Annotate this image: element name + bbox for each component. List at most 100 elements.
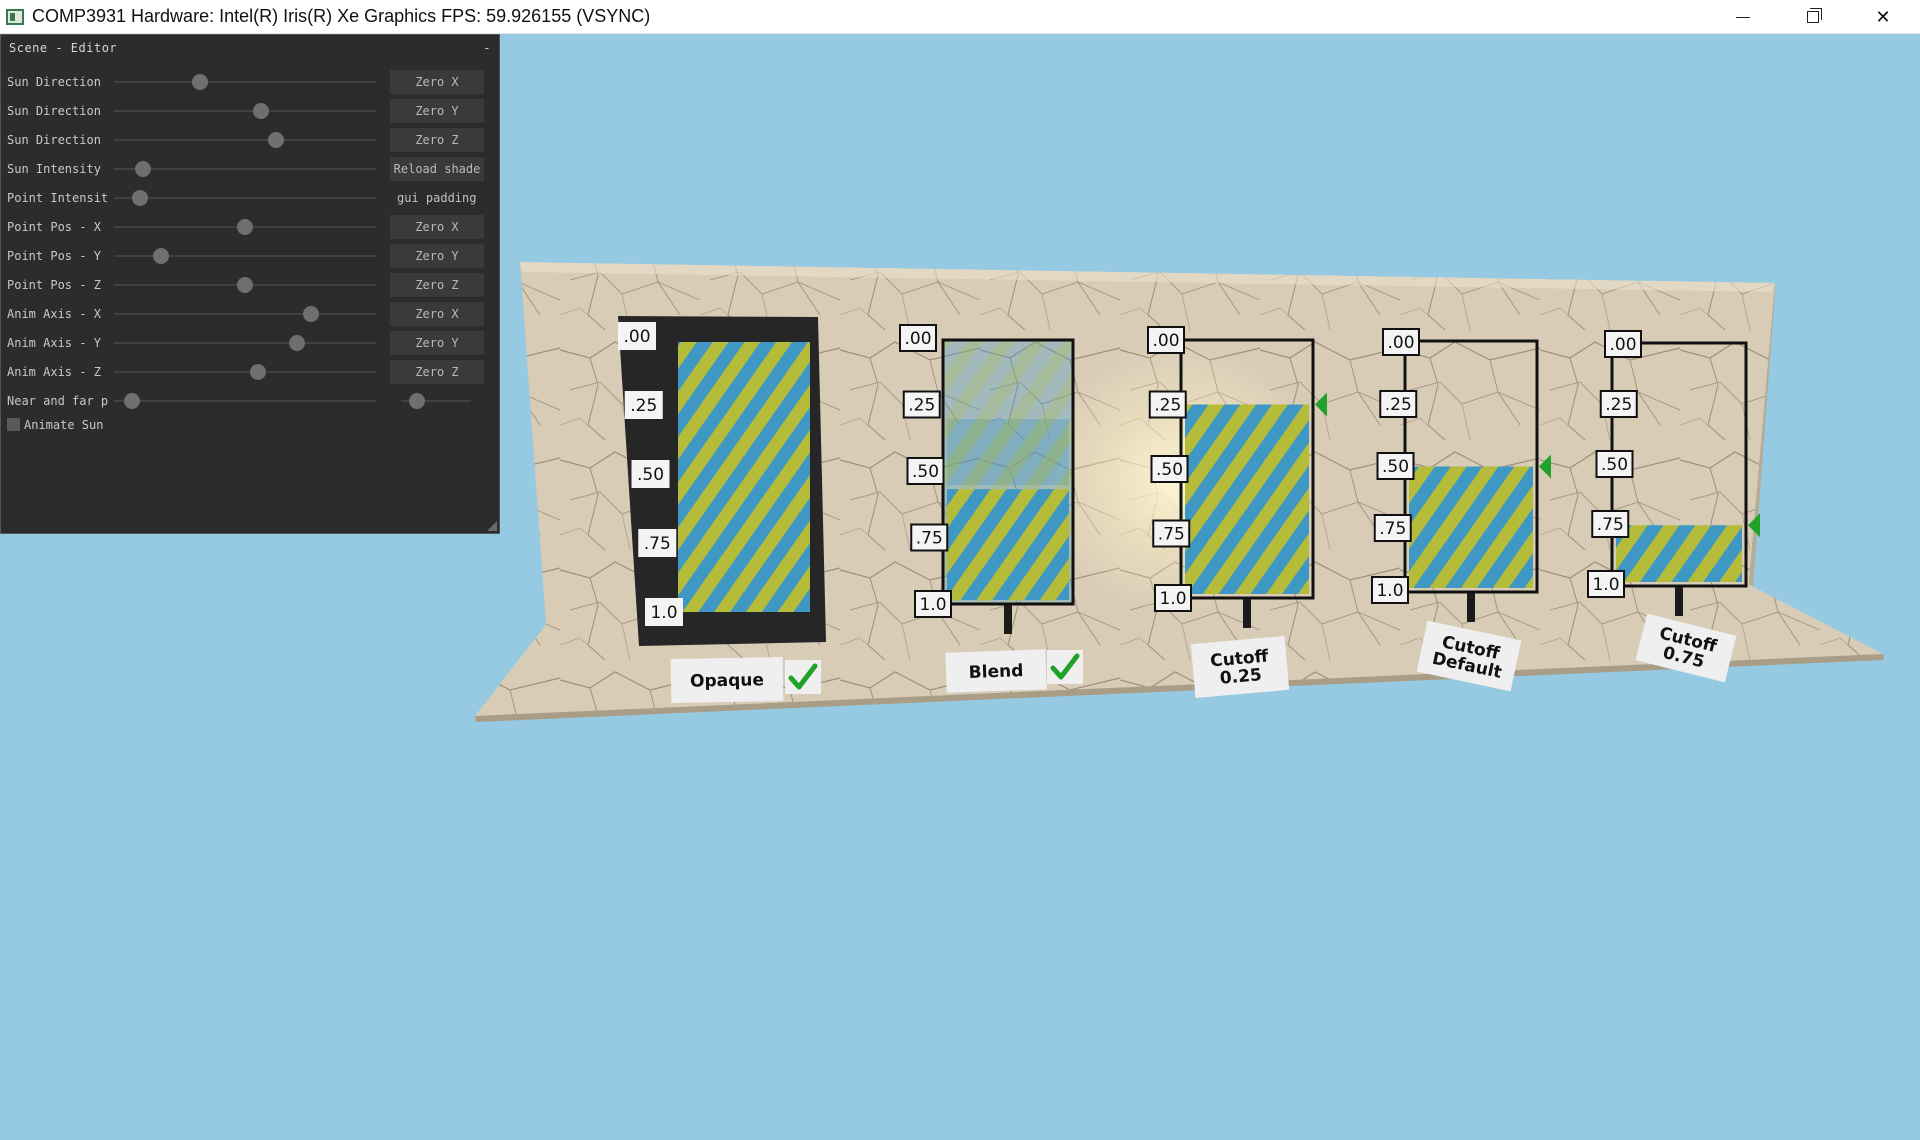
row-text: gui padding	[397, 191, 477, 205]
slider-knob[interactable]	[252, 103, 269, 119]
tick-label: .50	[1156, 460, 1183, 480]
row-button[interactable]: Reload shade	[390, 157, 484, 181]
slider-label: Point Intensit	[7, 191, 109, 205]
slider-knob[interactable]	[289, 335, 306, 351]
tick-label: 1.0	[919, 595, 946, 615]
tick-label: .75	[1597, 515, 1624, 535]
tick-label: .75	[1158, 525, 1185, 545]
row-button[interactable]: Zero Z	[390, 128, 484, 152]
caption-text: 0.25	[1219, 665, 1263, 689]
animate-sun-label: Animate Sun	[24, 418, 104, 432]
caption-text: Opaque	[690, 670, 764, 691]
stand-post	[1675, 586, 1683, 616]
row-button[interactable]: Zero Z	[390, 360, 484, 384]
striped-fill	[1185, 404, 1309, 594]
tick-label: .00	[904, 329, 931, 349]
slider-track[interactable]	[114, 400, 376, 402]
row-button[interactable]: Zero Z	[390, 273, 484, 297]
animate-sun-row[interactable]: Animate Sun	[1, 412, 501, 438]
striped-fill	[1409, 466, 1533, 588]
tick-label: .00	[623, 327, 650, 347]
slider-label: Point Pos - Y	[7, 249, 101, 263]
stand-post	[1004, 604, 1012, 634]
tick-label: .75	[1379, 519, 1406, 539]
tick-label: .25	[908, 396, 935, 416]
slider-knob[interactable]	[302, 306, 319, 322]
tick-label: 1.0	[650, 603, 677, 623]
slider-track[interactable]	[114, 139, 376, 141]
slider-label: Sun Intensity	[7, 162, 101, 176]
editor-row: Anim Axis - X Zero X	[1, 301, 501, 327]
row-button[interactable]: Zero X	[390, 70, 484, 94]
caption-text: Blend	[968, 661, 1023, 683]
slider-label: Point Pos - Z	[7, 278, 101, 292]
panel-header[interactable]: Scene - Editor -	[1, 35, 499, 61]
tick-label: .50	[912, 462, 939, 482]
row-button[interactable]: Zero X	[390, 302, 484, 326]
row-button[interactable]: Zero X	[390, 215, 484, 239]
slider-knob[interactable]	[237, 219, 253, 235]
slider-label: Point Pos - X	[7, 220, 101, 234]
tick-label: .00	[1387, 333, 1414, 353]
row-button[interactable]: Zero Y	[390, 99, 484, 123]
slider-label: Anim Axis - Y	[7, 336, 101, 350]
slider-knob[interactable]	[250, 364, 267, 380]
slider-knob[interactable]	[237, 277, 253, 293]
editor-row: Sun Direction Zero Y	[1, 98, 501, 124]
resize-grip-icon[interactable]	[487, 521, 497, 531]
slider-knob[interactable]	[268, 132, 285, 148]
caption-plate: Opaque	[670, 657, 784, 703]
tick-label: 1.0	[1592, 575, 1619, 595]
tick-label: .25	[1385, 395, 1412, 415]
panel-title: Scene - Editor	[9, 41, 118, 55]
editor-row: Sun Direction Zero Z	[1, 127, 501, 153]
slider-knob[interactable]	[132, 190, 149, 206]
striped-fill	[678, 342, 810, 612]
editor-row: Sun Direction Zero X	[1, 69, 501, 95]
scene-editor-panel[interactable]: Scene - Editor - Sun Direction Zero X Sun …	[0, 34, 500, 534]
slider-track[interactable]	[114, 313, 376, 315]
animate-sun-checkbox[interactable]	[7, 418, 20, 431]
tick-label: .25	[630, 396, 657, 416]
striped-fill	[1616, 525, 1742, 582]
tick-label: 1.0	[1376, 581, 1403, 601]
tick-label: .25	[1154, 396, 1181, 416]
slider-knob[interactable]	[153, 248, 170, 264]
tick-label: .00	[1609, 335, 1636, 355]
editor-row: Anim Axis - Y Zero Y	[1, 330, 501, 356]
tick-label: .50	[1382, 457, 1409, 477]
slider-track[interactable]	[114, 168, 376, 170]
stand-post	[1467, 592, 1475, 622]
caption-plate: Cutoff0.25	[1190, 636, 1290, 698]
slider-track[interactable]	[114, 110, 376, 112]
striped-fill-faint	[947, 419, 1069, 486]
slider-track[interactable]	[114, 342, 376, 344]
caption-plate: Blend	[945, 649, 1047, 693]
slider-track[interactable]	[114, 81, 376, 83]
editor-row: Point Intensit gui padding	[1, 185, 501, 211]
tick-label: .50	[637, 465, 664, 485]
tick-label: .50	[1601, 455, 1628, 475]
tick-label: .00	[1152, 331, 1179, 351]
tick-label: 1.0	[1159, 589, 1186, 609]
slider-knob-far[interactable]	[409, 393, 426, 409]
row-button[interactable]: Zero Y	[390, 244, 484, 268]
slider-knob[interactable]	[134, 161, 151, 177]
stand-post	[1243, 598, 1251, 628]
slider-knob[interactable]	[124, 393, 141, 409]
editor-row: Anim Axis - Z Zero Z	[1, 359, 501, 385]
slider-knob[interactable]	[192, 74, 209, 90]
editor-row: Point Pos - Y Zero Y	[1, 243, 501, 269]
slider-track[interactable]	[114, 197, 376, 199]
editor-row: Point Pos - Z Zero Z	[1, 272, 501, 298]
slider-label: Anim Axis - X	[7, 307, 101, 321]
slider-track[interactable]	[114, 371, 376, 373]
slider-label: Sun Direction	[7, 75, 101, 89]
tick-label: .75	[916, 529, 943, 549]
editor-row: Sun Intensity Reload shade	[1, 156, 501, 182]
editor-row: Point Pos - X Zero X	[1, 214, 501, 240]
editor-row: Near and far p	[1, 388, 501, 414]
row-button[interactable]: Zero Y	[390, 331, 484, 355]
collapse-icon[interactable]: -	[483, 41, 491, 55]
tick-label: .75	[644, 534, 671, 554]
